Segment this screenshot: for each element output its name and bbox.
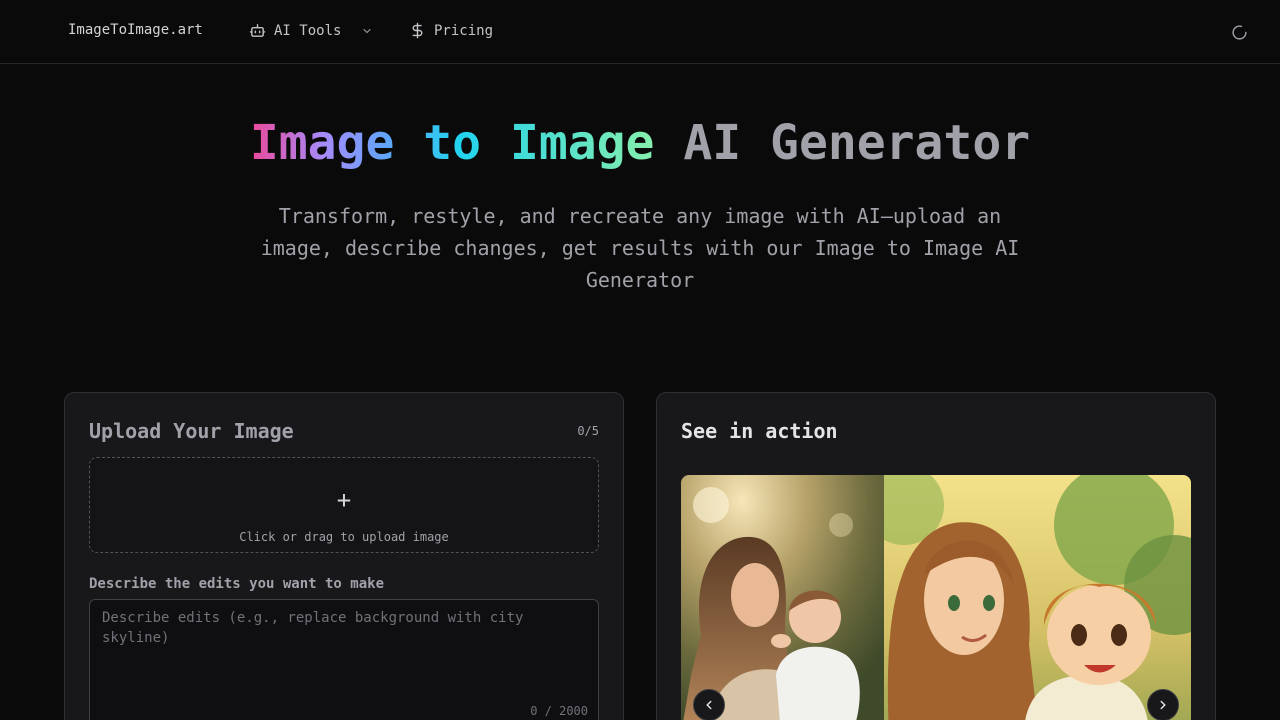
before-photo bbox=[681, 475, 884, 720]
top-nav: ImageToImage.art AI Tools Pricing bbox=[0, 0, 1280, 64]
spinner-icon bbox=[1232, 25, 1247, 40]
chevron-right-icon bbox=[1160, 700, 1166, 710]
title-gradient-part: Image to Image bbox=[249, 115, 655, 171]
robot-icon bbox=[249, 24, 266, 37]
chevron-down-icon bbox=[363, 28, 371, 33]
brand-link[interactable]: ImageToImage.art bbox=[68, 22, 203, 38]
page-title: Image to Image AI Generator bbox=[0, 112, 1280, 174]
nav-pricing-label: Pricing bbox=[434, 22, 494, 39]
dollar-icon bbox=[412, 22, 423, 39]
chevron-left-icon bbox=[706, 700, 712, 710]
upload-card-title: Upload Your Image bbox=[89, 419, 294, 443]
carousel-next-button[interactable] bbox=[1147, 689, 1179, 720]
after-photo bbox=[884, 475, 1191, 720]
upload-dropzone[interactable]: + Click or drag to upload image bbox=[89, 457, 599, 553]
before-after-showcase bbox=[681, 475, 1191, 720]
edit-description-label: Describe the edits you want to make bbox=[89, 576, 385, 592]
char-counter: 0 / 2000 bbox=[530, 704, 588, 718]
nav-ai-tools-label: AI Tools bbox=[274, 22, 342, 39]
showcase-card-title: See in action bbox=[681, 419, 838, 443]
nav-ai-tools[interactable]: AI Tools bbox=[249, 22, 373, 39]
showcase-card: See in action bbox=[656, 392, 1216, 720]
upload-card: Upload Your Image 0/5 + Click or drag to… bbox=[64, 392, 624, 720]
carousel-prev-button[interactable] bbox=[693, 689, 725, 720]
nav-pricing[interactable]: Pricing bbox=[409, 22, 493, 39]
page-subtitle: Transform, restyle, and recreate any ima… bbox=[260, 204, 1020, 292]
upload-counter: 0/5 bbox=[577, 424, 599, 438]
plus-icon: + bbox=[336, 486, 352, 514]
dropzone-hint: Click or drag to upload image bbox=[239, 530, 449, 544]
edit-description-input[interactable] bbox=[90, 600, 598, 720]
edit-description-wrapper: 0 / 2000 bbox=[89, 599, 599, 720]
title-plain-part: AI Generator bbox=[683, 115, 1031, 171]
